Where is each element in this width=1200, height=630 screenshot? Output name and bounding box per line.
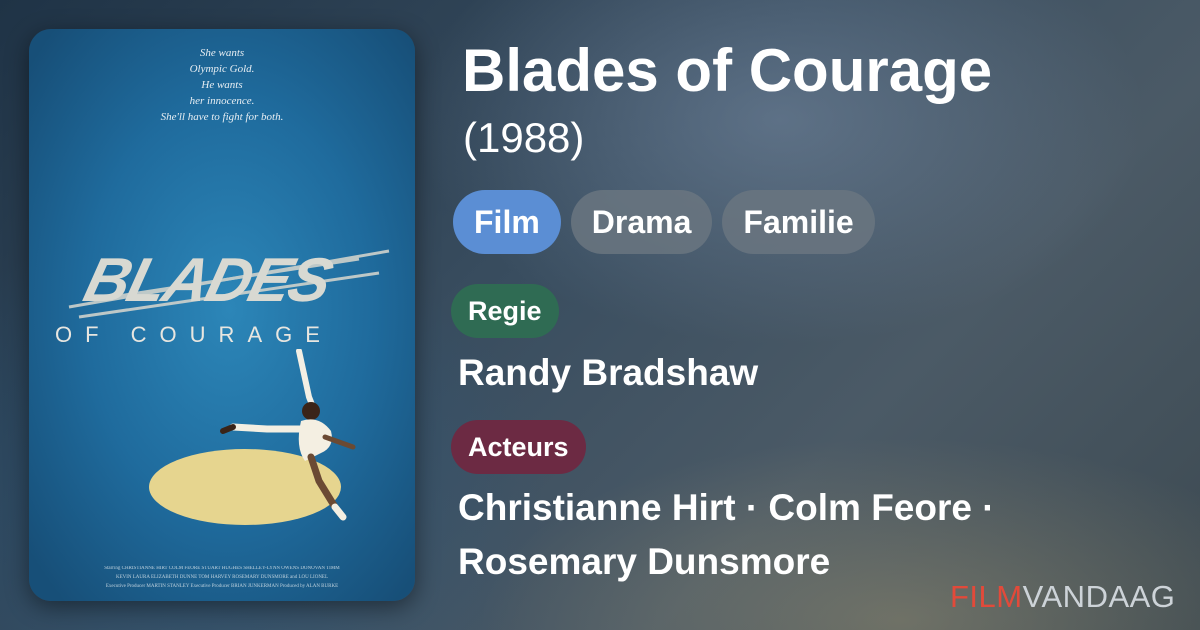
movie-title: Blades of Courage: [462, 37, 993, 104]
movie-year: (1988): [463, 114, 585, 161]
brand-logo-part-film: FILM: [950, 579, 1023, 614]
cast-names-line-1[interactable]: Christianne Hirt · Colm Feore ·: [458, 485, 995, 531]
movie-poster: She wants Olympic Gold. He wants her inn…: [29, 29, 415, 601]
poster-subtitle: OF COURAGE: [55, 322, 333, 347]
poster-credits: Starring CHRISTIANNE HIRT COLM FEORE STU…: [41, 564, 403, 591]
brand-logo[interactable]: FILMVANDAAG: [950, 578, 1175, 616]
poster-credit-line: Executive Producer MARTIN STANLEY Execut…: [105, 584, 339, 589]
poster-tagline-line: He wants: [201, 79, 243, 91]
poster-credit-line: Starring CHRISTIANNE HIRT COLM FEORE STU…: [104, 566, 340, 571]
poster-tagline-line: her innocence.: [189, 95, 255, 107]
genre-tag-drama[interactable]: Drama: [570, 190, 713, 254]
poster-tagline-line: Olympic Gold.: [189, 63, 255, 75]
cast-names-line-2[interactable]: Rosemary Dunsmore: [458, 539, 830, 585]
poster-tagline-line: She'll have to fight for both.: [160, 111, 284, 123]
poster-tagline: She wants Olympic Gold. He wants her inn…: [89, 45, 355, 125]
poster-tagline-line: She wants: [199, 47, 245, 59]
genre-tag-familie[interactable]: Familie: [722, 190, 875, 254]
genre-tag-film[interactable]: Film: [453, 190, 561, 254]
cast-label: Acteurs: [451, 420, 586, 474]
skater-illustration: [149, 349, 356, 525]
director-name[interactable]: Randy Bradshaw: [458, 350, 758, 396]
genre-list: Film Drama Familie: [453, 190, 875, 254]
poster-title-logo: BLADES: [68, 246, 390, 319]
poster-title-text: BLADES: [78, 246, 340, 315]
director-label: Regie: [451, 284, 559, 338]
brand-logo-part-vandaag: VANDAAG: [1022, 579, 1176, 614]
poster-credit-line: KEVIN LAURA ELIZABETH DUNNE TOM HARVEY R…: [115, 575, 329, 580]
